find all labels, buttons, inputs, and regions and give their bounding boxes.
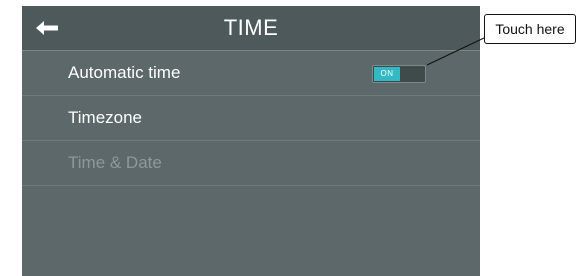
time-date-row: Time & Date [22,141,480,186]
touch-here-callout: Touch here [484,14,576,44]
header-bar: TIME [22,6,480,51]
callout-text: Touch here [495,21,565,37]
time-settings-screen: TIME Automatic time ON Timezone Time & D… [22,6,480,276]
time-date-label: Time & Date [68,153,162,172]
automatic-time-toggle[interactable]: ON [372,65,426,83]
automatic-time-label: Automatic time [68,63,181,82]
timezone-row[interactable]: Timezone [22,96,480,141]
automatic-time-row[interactable]: Automatic time ON [22,51,480,96]
timezone-label: Timezone [68,108,143,127]
toggle-on-indicator: ON [374,67,400,81]
page-title: TIME [223,15,279,40]
